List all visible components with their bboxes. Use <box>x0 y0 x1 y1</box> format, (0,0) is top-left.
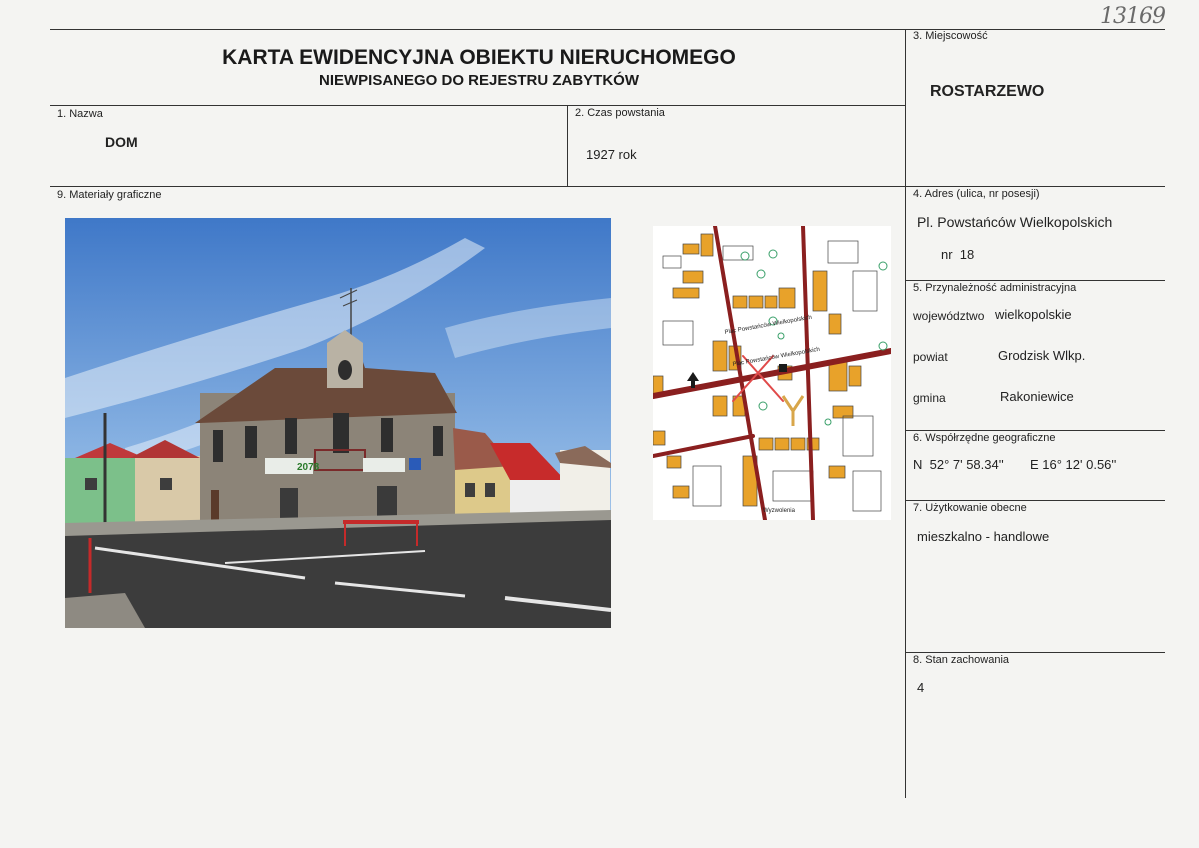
graphics-label: 9. Materiały graficzne <box>57 189 162 201</box>
usage-value: mieszkalno - handlowe <box>917 529 1050 544</box>
admin-label: 5. Przynależność administracyjna <box>913 282 1077 294</box>
commune-label: gmina <box>913 391 946 405</box>
map-label-wyzwolenia: Wyzwolenia <box>763 508 796 514</box>
voivodeship-label: województwo <box>913 309 985 323</box>
address-label: 4. Adres (ulica, nr posesji) <box>913 188 1040 200</box>
name-value: DOM <box>105 134 138 150</box>
voivodeship-value: wielkopolskie <box>995 307 1072 322</box>
building-photo: 2078 <box>65 218 611 628</box>
name-row-bottom-line <box>50 186 1165 187</box>
coords-north: N 52° 7' 58.34'' <box>913 457 1004 472</box>
card-subtitle: NIEWPISANEGO DO REJESTRU ZABYTKÓW <box>318 72 640 89</box>
condition-value: 4 <box>917 680 925 695</box>
commune-value: Rakoniewice <box>1000 389 1074 404</box>
coords-east: E 16° 12' 0.56'' <box>1030 457 1117 472</box>
header-right-divider <box>905 29 906 798</box>
county-value: Grodzisk Wlkp. <box>998 348 1086 363</box>
shop-sign-text: 2078 <box>297 462 320 473</box>
name-created-divider <box>567 105 568 186</box>
created-label: 2. Czas powstania <box>575 107 665 119</box>
usage-label: 7. Użytkowanie obecne <box>913 502 1027 514</box>
card-title: KARTA EWIDENCYJNA OBIEKTU NIERUCHOMEGO <box>222 46 736 69</box>
handwritten-catalog-number: 13169 <box>1100 4 1166 29</box>
locality-label: 3. Miejscowość <box>913 30 988 42</box>
county-label: powiat <box>913 350 948 364</box>
header-bottom-line <box>50 105 905 106</box>
created-value: 1927 rok <box>586 147 637 162</box>
usage-bottom-line <box>905 652 1165 653</box>
admin-bottom-line <box>905 430 1165 431</box>
locality-value: ROSTARZEWO <box>930 83 1045 100</box>
address-street: Pl. Powstańców Wielkopolskich <box>917 214 1113 230</box>
coords-label: 6. Współrzędne geograficzne <box>913 432 1056 444</box>
address-number: nr 18 <box>941 247 975 262</box>
address-bottom-line <box>905 280 1165 281</box>
coords-bottom-line <box>905 500 1165 501</box>
location-map: Plac Powstańców Wielkopolskich Plac Pows… <box>653 226 891 520</box>
condition-label: 8. Stan zachowania <box>913 654 1010 666</box>
top-border-line <box>50 29 1165 30</box>
name-label: 1. Nazwa <box>57 108 103 120</box>
